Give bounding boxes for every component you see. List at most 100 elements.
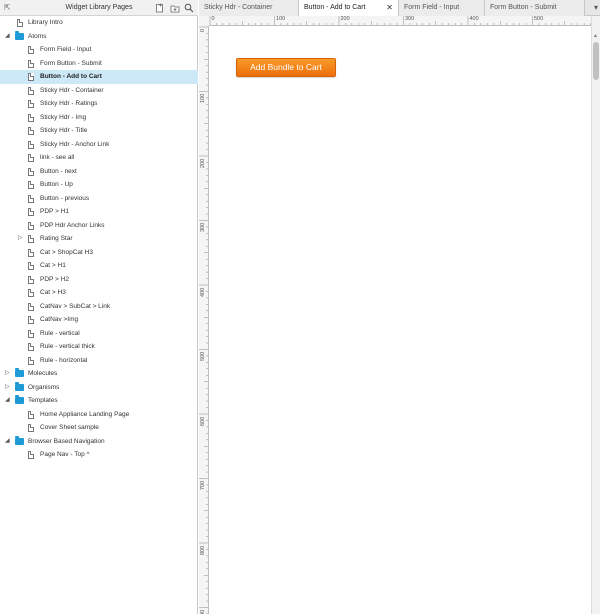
page-catnav-subcat-link[interactable]: CatNav > SubCat > Link xyxy=(0,300,198,314)
page-sticky-hdr-container[interactable]: Sticky Hdr - Container xyxy=(0,84,198,98)
page-button-previous[interactable]: Button - previous xyxy=(0,192,198,206)
page-icon xyxy=(17,19,23,27)
collapsed-arrow-icon[interactable]: ▷ xyxy=(5,381,11,395)
page-icon xyxy=(28,356,34,365)
ruler-label: 0 xyxy=(211,16,215,22)
page-sticky-hdr-anchor-link[interactable]: Sticky Hdr - Anchor Link xyxy=(0,138,198,152)
page-sticky-hdr-title[interactable]: Sticky Hdr - Title xyxy=(0,124,198,138)
design-canvas[interactable] xyxy=(210,27,590,614)
tree-item-label: Sticky Hdr - Anchor Link xyxy=(40,140,110,148)
page-icon xyxy=(28,248,34,257)
tab-sticky-hdr-container[interactable]: Sticky Hdr - Container xyxy=(199,0,299,16)
page-home-appliance-landing-page[interactable]: Home Appliance Landing Page xyxy=(0,408,198,422)
tree-item-label: Sticky Hdr - Title xyxy=(40,127,88,134)
ruler-label: 800 xyxy=(200,545,206,555)
page-sticky-hdr-ratings[interactable]: Sticky Hdr - Ratings xyxy=(0,97,198,111)
horizontal-ruler: 01002003004005006 xyxy=(199,16,591,26)
page-cat-h3[interactable]: Cat > H3 xyxy=(0,286,198,300)
tree-item-label: link - see all xyxy=(40,154,75,161)
page-rule-vertical-thick[interactable]: Rule - vertical thick xyxy=(0,340,198,354)
scroll-up-icon[interactable]: ▲ xyxy=(593,33,598,39)
search-icon[interactable] xyxy=(184,3,194,13)
folder-icon xyxy=(15,395,24,404)
page-icon xyxy=(28,46,34,54)
tree-item-label: Sticky Hdr - Container xyxy=(40,86,104,94)
page-pdp-h2[interactable]: PDP > H2 xyxy=(0,273,198,287)
page-icon xyxy=(28,262,34,270)
page-pdp-h1[interactable]: PDP > H1 xyxy=(0,205,198,219)
page-cover-sheet-sample[interactable]: Cover Sheet sample xyxy=(0,421,198,435)
tree-item-label: CatNav >Img xyxy=(40,316,79,323)
page-rating-star[interactable]: ▷ Rating Star xyxy=(0,232,198,246)
page-button-add-to-cart[interactable]: Button - Add to Cart xyxy=(0,70,198,84)
page-rule-horizontal[interactable]: Rule - horizontal xyxy=(0,354,198,368)
scrollbar-thumb[interactable] xyxy=(593,42,599,80)
page-button-up[interactable]: Button - Up xyxy=(0,178,198,192)
page-icon xyxy=(28,221,34,230)
folder-molecules[interactable]: ▷ Molecules xyxy=(0,367,198,381)
page-icon xyxy=(28,113,34,122)
tab-button-add-to-cart[interactable]: Button - Add to Cart ✕ xyxy=(299,0,399,17)
page-icon xyxy=(28,235,34,243)
tab-overflow-chevron-icon[interactable]: ▾ xyxy=(594,3,598,12)
page-icon xyxy=(28,73,34,81)
page-icon xyxy=(28,289,34,297)
page-cat-h1[interactable]: Cat > H1 xyxy=(0,259,198,273)
tab-label: Form Button - Submit xyxy=(490,4,557,11)
collapsed-arrow-icon[interactable]: ▷ xyxy=(5,367,11,381)
page-pdp-hdr-anchor-links[interactable]: PDP Hdr Anchor Links xyxy=(0,219,198,233)
page-icon xyxy=(28,451,34,459)
folder-templates[interactable]: ◢ Templates xyxy=(0,394,198,408)
tree-item-label: Library Intro xyxy=(28,19,63,26)
page-page-nav-top[interactable]: Page Nav - Top ^ xyxy=(0,448,198,462)
folder-browser-based-navigation[interactable]: ◢ Browser Based Navigation xyxy=(0,435,198,449)
add-bundle-to-cart-button[interactable]: Add Bundle to Cart xyxy=(236,58,336,77)
ruler-label: 400 xyxy=(469,16,479,22)
page-icon xyxy=(28,59,34,68)
page-form-field-input[interactable]: Form Field - Input xyxy=(0,43,198,57)
add-folder-icon[interactable] xyxy=(170,3,180,13)
page-button-next[interactable]: Button - next xyxy=(0,165,198,179)
ruler-label: 0 xyxy=(200,28,206,32)
page-rule-vertical[interactable]: Rule - vertical xyxy=(0,327,198,341)
ruler-label: 700 xyxy=(200,480,206,490)
tree-item-label: Atoms xyxy=(28,32,47,40)
tree-item-label: Button - next xyxy=(40,167,77,175)
page-icon xyxy=(28,329,34,338)
expanded-arrow-icon[interactable]: ◢ xyxy=(5,435,11,449)
add-page-icon[interactable] xyxy=(155,3,165,13)
page-icon xyxy=(28,140,34,149)
page-tree: Library Intro ◢ Atoms Form Field - Input For… xyxy=(0,16,198,462)
tab-form-button-submit[interactable]: Form Button - Submit xyxy=(485,0,585,16)
page-link-see-all[interactable]: link - see all xyxy=(0,151,198,165)
page-catnav-img[interactable]: CatNav >Img xyxy=(0,313,198,327)
page-form-button-submit[interactable]: Form Button - Submit xyxy=(0,57,198,71)
tab-form-field-input[interactable]: Form Field - Input xyxy=(399,0,485,16)
collapsed-arrow-icon[interactable]: ▷ xyxy=(18,232,24,246)
page-icon xyxy=(28,86,34,95)
page-sticky-hdr-img[interactable]: Sticky Hdr - Img xyxy=(0,111,198,125)
tab-label: Sticky Hdr - Container xyxy=(204,4,273,11)
tree-item-label: Cat > H3 xyxy=(40,289,66,296)
page-tree-panel: ⇱ Widget Library Pages Library Intro ◢ Ato… xyxy=(0,0,198,614)
vertical-scrollbar[interactable]: ▲ xyxy=(591,16,600,614)
panel-title: Widget Library Pages xyxy=(65,4,133,11)
page-icon xyxy=(28,194,34,203)
expanded-arrow-icon[interactable]: ◢ xyxy=(5,30,11,44)
page-icon xyxy=(28,275,34,284)
tree-item-label: Molecules xyxy=(28,370,58,377)
ruler-label: 100 xyxy=(276,16,286,22)
folder-organisms[interactable]: ▷ Organisms xyxy=(0,381,198,395)
folder-icon xyxy=(15,381,24,391)
tab-label: Form Field - Input xyxy=(404,4,460,11)
page-icon xyxy=(28,127,34,135)
ruler-label: 200 xyxy=(340,16,350,22)
page-library-intro[interactable]: Library Intro xyxy=(0,16,198,30)
expanded-arrow-icon[interactable]: ◢ xyxy=(5,394,11,408)
tree-item-label: Sticky Hdr - Img xyxy=(40,113,87,121)
folder-icon xyxy=(15,435,24,445)
folder-atoms[interactable]: ◢ Atoms xyxy=(0,30,198,44)
close-tab-icon[interactable]: ✕ xyxy=(386,3,393,12)
folder-icon xyxy=(15,368,24,377)
page-cat-shopcat-h3[interactable]: Cat > ShopCat H3 xyxy=(0,246,198,260)
